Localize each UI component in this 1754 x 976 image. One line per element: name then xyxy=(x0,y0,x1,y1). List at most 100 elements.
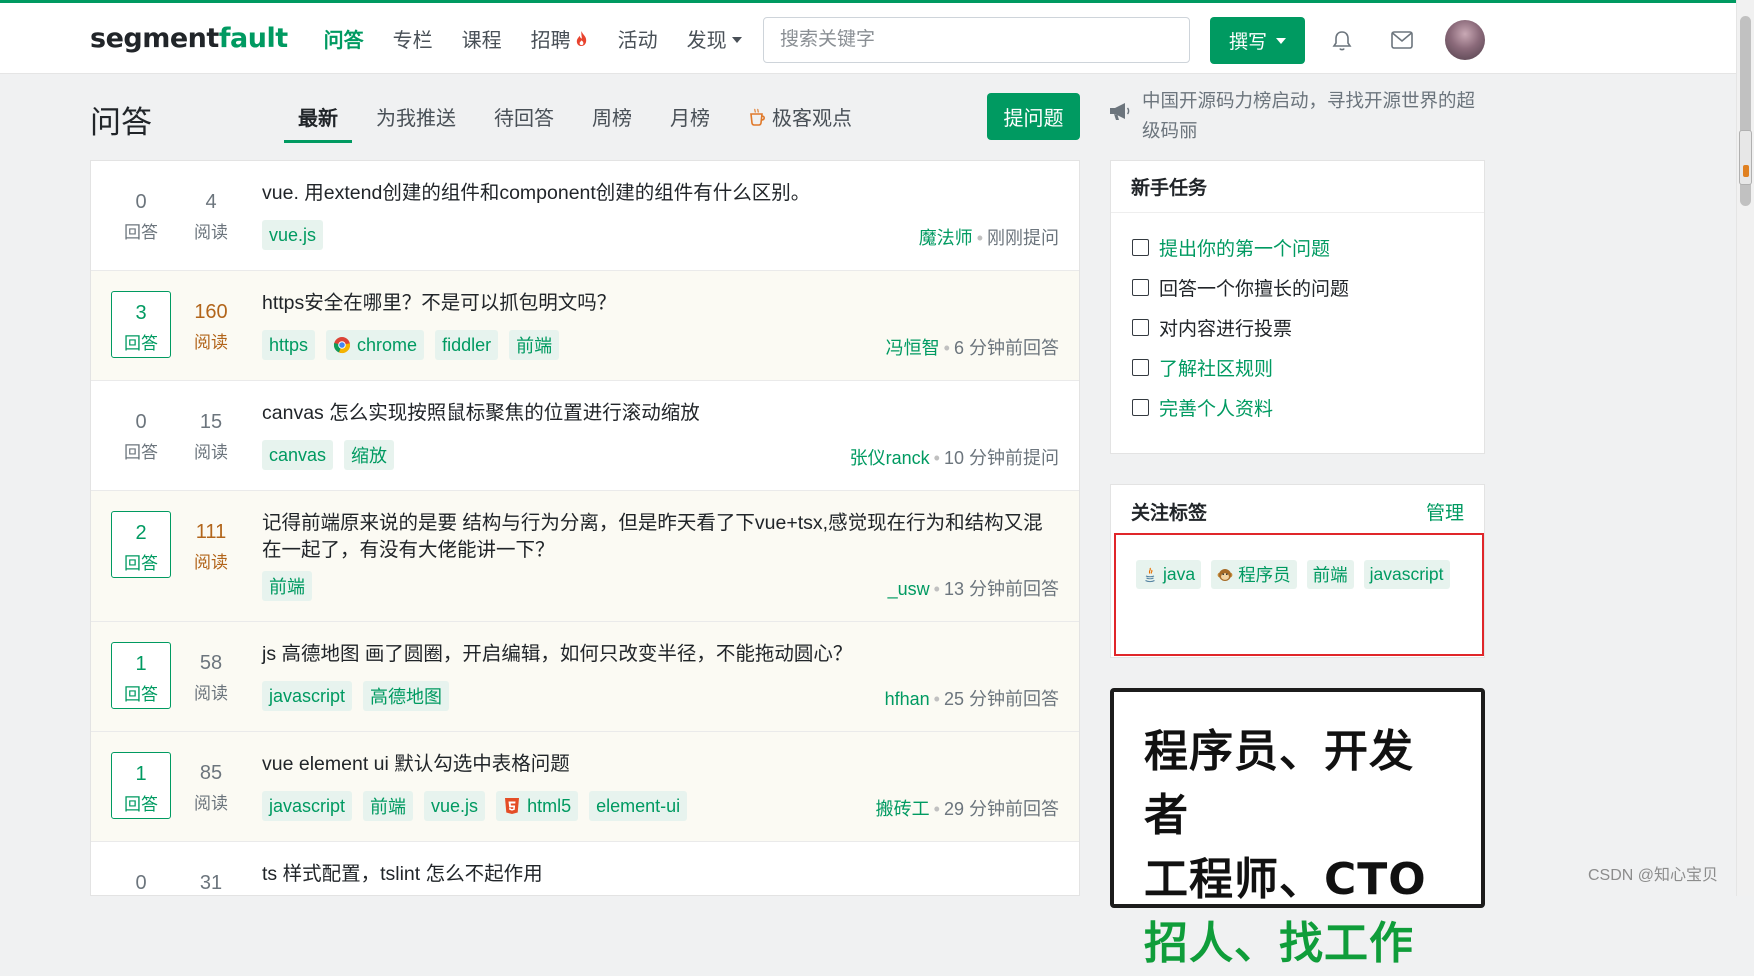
tag[interactable]: javascript xyxy=(1364,560,1450,589)
tag[interactable]: https xyxy=(262,330,315,360)
tag[interactable]: vue.js xyxy=(262,220,323,250)
tag[interactable]: 程序员 xyxy=(1211,560,1297,589)
view-count-number: 160 xyxy=(181,291,241,324)
tag[interactable]: javascript xyxy=(262,791,352,821)
question-tags: javascript 前端 vue.js html5 element-ui xyxy=(262,791,698,821)
tab-latest[interactable]: 最新 xyxy=(284,92,352,143)
tab-label: 为我推送 xyxy=(376,102,456,131)
question-title[interactable]: canvas 怎么实现按照鼠标聚焦的位置进行滚动缩放 xyxy=(262,400,1059,427)
question-tabs: 最新 为我推送 待回答 周榜 月榜 极客观点 xyxy=(284,92,876,143)
tag[interactable]: 前端 xyxy=(509,330,559,360)
tag[interactable]: 前端 xyxy=(363,791,413,821)
tag-label: 高德地图 xyxy=(370,683,442,709)
nav-label: 问答 xyxy=(324,24,364,53)
nav-item-courses[interactable]: 课程 xyxy=(462,24,502,53)
nav-label: 招聘 xyxy=(531,24,571,53)
tag-label: 前端 xyxy=(516,332,552,358)
checkbox[interactable] xyxy=(1132,359,1149,376)
tab-label: 周榜 xyxy=(592,102,632,131)
view-count-label: 阅读 xyxy=(181,679,241,704)
card-title: 关注标签 xyxy=(1131,498,1207,525)
tag[interactable]: 前端 xyxy=(1307,560,1354,589)
nav-item-discover[interactable]: 发现 xyxy=(687,24,742,53)
logo-text-fault: fault xyxy=(219,23,288,54)
tab-weekly[interactable]: 周榜 xyxy=(578,92,646,143)
task-item[interactable]: 回答一个你擅长的问题 xyxy=(1111,267,1484,307)
manage-link[interactable]: 管理 xyxy=(1426,498,1464,525)
tag[interactable]: vue.js xyxy=(424,791,485,821)
card-header: 关注标签 管理 xyxy=(1111,485,1484,537)
nav-item-column[interactable]: 专栏 xyxy=(393,24,433,53)
tag[interactable]: element-ui xyxy=(589,791,687,821)
question-title[interactable]: vue element ui 默认勾选中表格问题 xyxy=(262,751,1059,778)
tag[interactable]: 高德地图 xyxy=(363,681,449,711)
write-button[interactable]: 撰写 xyxy=(1210,17,1305,64)
tab-recommended[interactable]: 为我推送 xyxy=(362,92,470,143)
nav-item-jobs[interactable]: 招聘 xyxy=(531,24,589,53)
tag[interactable]: html5 xyxy=(496,791,578,821)
avatar[interactable] xyxy=(1445,20,1485,60)
tag-label: vue.js xyxy=(431,796,478,817)
question-title[interactable]: ts 样式配置，tslint 怎么不起作用 xyxy=(262,861,1059,888)
task-item[interactable]: 了解社区规则 xyxy=(1111,347,1484,387)
task-item[interactable]: 提出你的第一个问题 xyxy=(1111,227,1484,267)
search-input[interactable] xyxy=(763,17,1190,63)
view-count: 31阅读 xyxy=(181,862,241,896)
announcement[interactable]: 中国开源码力榜启动，寻找开源世界的超级码丽 xyxy=(1108,86,1484,146)
author-link[interactable]: 搬砖工 xyxy=(876,799,930,819)
recruitment-ad-banner[interactable]: 程序员、开发者 工程师、CTO 招人、找工作 xyxy=(1110,688,1485,908)
tag[interactable]: 前端 xyxy=(262,571,312,601)
task-label: 提出你的第一个问题 xyxy=(1159,234,1330,261)
bell-icon[interactable] xyxy=(1330,29,1354,53)
question-tags: https chrome fiddler 前端 xyxy=(262,330,570,360)
ask-question-button[interactable]: 提问题 xyxy=(987,93,1080,140)
checkbox[interactable] xyxy=(1132,319,1149,336)
tag-label: fiddler xyxy=(442,335,491,356)
checkbox[interactable] xyxy=(1132,239,1149,256)
tag[interactable]: 缩放 xyxy=(344,440,394,470)
site-logo[interactable]: segmentfault xyxy=(90,23,288,54)
question-time: 29 分钟前回答 xyxy=(944,799,1059,819)
view-count-number: 58 xyxy=(181,642,241,675)
tab-monthly[interactable]: 月榜 xyxy=(656,92,724,143)
ad-line: 程序员、开发者 xyxy=(1144,720,1451,848)
mail-icon[interactable] xyxy=(1390,30,1414,50)
author-link[interactable]: 魔法师 xyxy=(919,228,973,248)
ad-line: 工程师、CTO xyxy=(1144,848,1451,912)
question-title[interactable]: https安全在哪里？不是可以抓包明文吗？ xyxy=(262,290,1059,317)
ad-line: 招人、找工作 xyxy=(1144,912,1451,976)
question-item: 0回答 4阅读 vue. 用extend创建的组件和component创建的组件… xyxy=(91,161,1079,271)
write-label: 撰写 xyxy=(1229,27,1267,54)
checkbox[interactable] xyxy=(1132,279,1149,296)
nav-item-qa[interactable]: 问答 xyxy=(324,24,364,53)
followed-tags-card: 关注标签 管理 java 程序员 前端 javascript xyxy=(1110,484,1485,658)
question-time: 13 分钟前回答 xyxy=(944,579,1059,599)
tab-unanswered[interactable]: 待回答 xyxy=(480,92,568,143)
nav-label: 专栏 xyxy=(393,24,433,53)
question-tags: javascript 高德地图 xyxy=(262,681,460,711)
nav-label: 课程 xyxy=(462,24,502,53)
question-item: 2回答 111阅读 记得前端原来说的是要 结构与行为分离，但是昨天看了下vue+… xyxy=(91,491,1079,622)
author-link[interactable]: 冯恒智 xyxy=(886,338,940,358)
nav-item-events[interactable]: 活动 xyxy=(618,24,658,53)
author-link[interactable]: 张仪ranck xyxy=(850,448,930,468)
view-count: 58 阅读 xyxy=(181,642,241,709)
tag[interactable]: chrome xyxy=(326,330,424,360)
tag[interactable]: javascript xyxy=(262,681,352,711)
question-title[interactable]: 记得前端原来说的是要 结构与行为分离，但是昨天看了下vue+tsx,感觉现在行为… xyxy=(262,510,1059,564)
question-title[interactable]: vue. 用extend创建的组件和component创建的组件有什么区别。 xyxy=(262,180,1059,207)
task-item[interactable]: 对内容进行投票 xyxy=(1111,307,1484,347)
scrollbar[interactable] xyxy=(1736,0,1754,896)
author-link[interactable]: hfhan xyxy=(885,689,930,709)
tag[interactable]: java xyxy=(1136,560,1201,589)
checkbox[interactable] xyxy=(1132,399,1149,416)
question-title[interactable]: js 高德地图 画了圆圈，开启编辑，如何只改变半径，不能拖动圆心？ xyxy=(262,641,1059,668)
task-item[interactable]: 完善个人资料 xyxy=(1111,387,1484,427)
author-link[interactable]: _usw xyxy=(888,579,930,599)
tag-label: javascript xyxy=(269,796,345,817)
tag[interactable]: fiddler xyxy=(435,330,498,360)
logo-text-segment: segment xyxy=(90,23,219,54)
tab-geek-views[interactable]: 极客观点 xyxy=(734,92,866,143)
answer-count-number: 0 xyxy=(111,181,171,214)
tag[interactable]: canvas xyxy=(262,440,333,470)
